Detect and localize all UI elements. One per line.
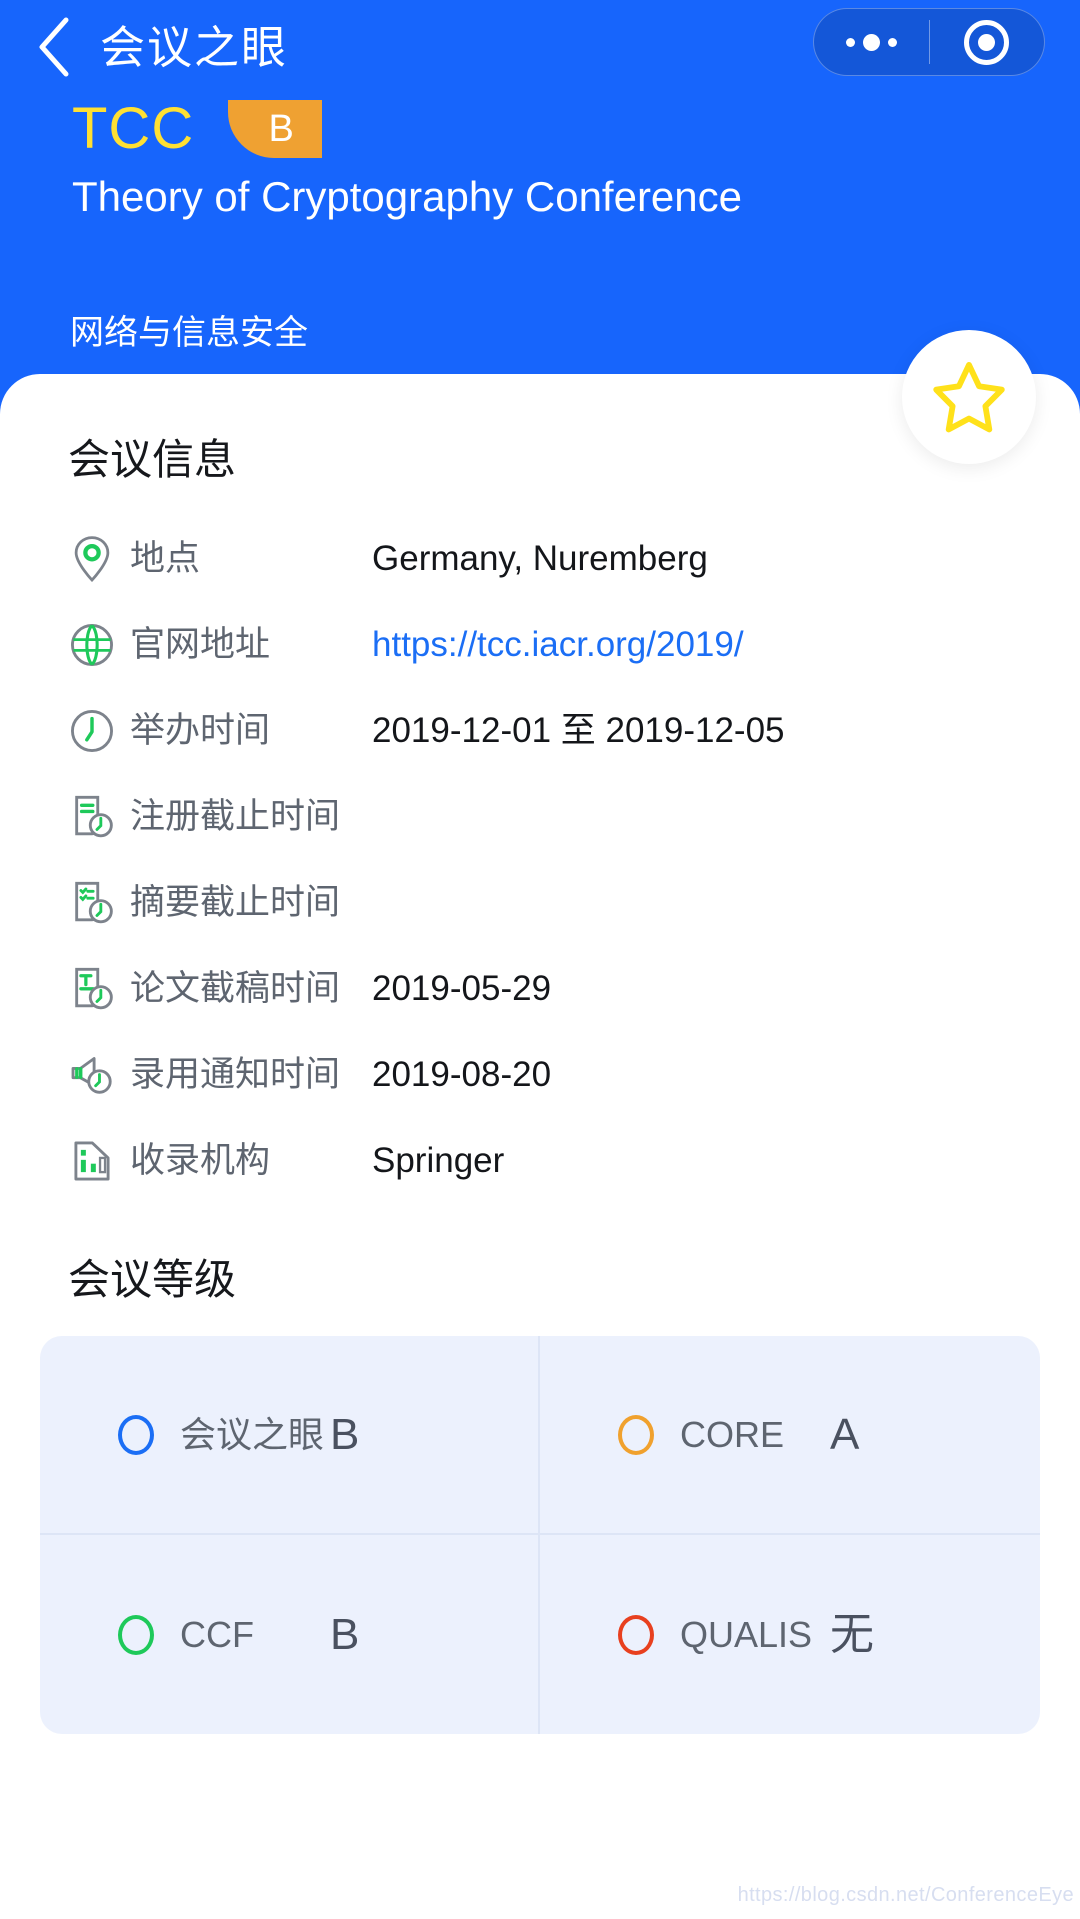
info-label: 摘要截止时间 [130, 883, 341, 922]
ring-icon [618, 1614, 654, 1655]
star-outline-icon [933, 361, 1005, 433]
conference-info-list: 地点 Germany, Nuremberg 官网地址 https://tcc.i… [0, 516, 1080, 1204]
info-row-event-time: 举办时间 2019-12-01 至 2019-12-05 [0, 688, 1080, 774]
document-clock-icon [68, 793, 116, 841]
grade-cell-conference-eye[interactable]: 会议之眼 B [40, 1336, 540, 1535]
ring-icon [118, 1614, 154, 1655]
mini-program-screen: 会议之眼 TCC B Theory of Cryptography Confer… [0, 0, 1080, 1919]
clock-icon [68, 707, 116, 755]
grade-value: A [830, 1409, 860, 1459]
info-label: 官网地址 [130, 625, 271, 664]
wechat-capsule-bar [813, 8, 1045, 76]
watermark: https://blog.csdn.net/ConferenceEye [737, 1884, 1074, 1906]
more-dots-icon [845, 33, 897, 51]
info-row-notification-date: 录用通知时间 2019-08-20 [0, 1032, 1080, 1118]
ring-icon [618, 1414, 654, 1455]
info-row-location: 地点 Germany, Nuremberg [0, 516, 1080, 602]
info-label: 地点 [130, 539, 201, 578]
navigation-bar: 会议之眼 [0, 0, 1080, 96]
info-row-website: 官网地址 https://tcc.iacr.org/2019/ [0, 602, 1080, 688]
checklist-clock-icon [68, 879, 116, 927]
target-circle-icon [964, 19, 1010, 65]
conference-abbreviation: TCC [72, 96, 195, 161]
info-row-paper-deadline: 论文截稿时间 2019-05-29 [0, 946, 1080, 1032]
grade-cell-ccf[interactable]: CCF B [40, 1535, 540, 1734]
info-value: Springer [372, 1141, 505, 1180]
info-section-title: 会议信息 [68, 436, 237, 483]
info-label: 收录机构 [130, 1141, 271, 1180]
location-pin-icon [68, 535, 116, 583]
conference-grade-grid: 会议之眼 B CORE A CCF B QUALIS 无 [40, 1336, 1040, 1734]
grade-value: B [330, 1409, 360, 1459]
grade-name: CORE [680, 1413, 785, 1455]
conference-category: 网络与信息安全 [70, 314, 308, 352]
close-miniprogram-button[interactable] [930, 9, 1045, 75]
info-label: 注册截止时间 [130, 797, 341, 836]
info-label: 论文截稿时间 [130, 969, 341, 1008]
grade-cell-core[interactable]: CORE A [540, 1336, 1040, 1535]
info-value: 2019-05-29 [372, 969, 552, 1008]
grade-section-title: 会议等级 [68, 1256, 237, 1303]
chevron-left-icon[interactable] [34, 14, 78, 80]
grade-value: 无 [830, 1609, 874, 1659]
globe-icon [68, 621, 116, 669]
grade-name: 会议之眼 [180, 1413, 325, 1455]
megaphone-clock-icon [68, 1051, 116, 1099]
info-label: 录用通知时间 [130, 1055, 341, 1094]
info-label: 举办时间 [130, 711, 271, 750]
info-row-indexing-organisation: 收录机构 Springer [0, 1118, 1080, 1204]
info-row-registration-deadline: 注册截止时间 [0, 774, 1080, 860]
grade-name: CCF [180, 1613, 254, 1655]
conference-abbreviation-row: TCC B [72, 96, 323, 161]
page-title: 会议之眼 [100, 22, 289, 73]
grade-value: B [330, 1609, 360, 1659]
info-value: 2019-12-01 至 2019-12-05 [372, 711, 785, 750]
info-value: 2019-08-20 [372, 1055, 552, 1094]
grade-cell-qualis[interactable]: QUALIS 无 [540, 1535, 1040, 1734]
grade-name: QUALIS [680, 1613, 813, 1655]
conference-full-name: Theory of Cryptography Conference [72, 173, 743, 220]
info-value-link[interactable]: https://tcc.iacr.org/2019/ [372, 621, 744, 669]
ring-icon [118, 1414, 154, 1455]
more-menu-button[interactable] [814, 9, 929, 75]
rank-badge: B [228, 100, 323, 158]
info-value: Germany, Nuremberg [372, 539, 708, 578]
database-chart-icon [68, 1137, 116, 1185]
text-document-clock-icon [68, 965, 116, 1013]
info-row-abstract-deadline: 摘要截止时间 [0, 860, 1080, 946]
favorite-button[interactable] [902, 330, 1036, 464]
